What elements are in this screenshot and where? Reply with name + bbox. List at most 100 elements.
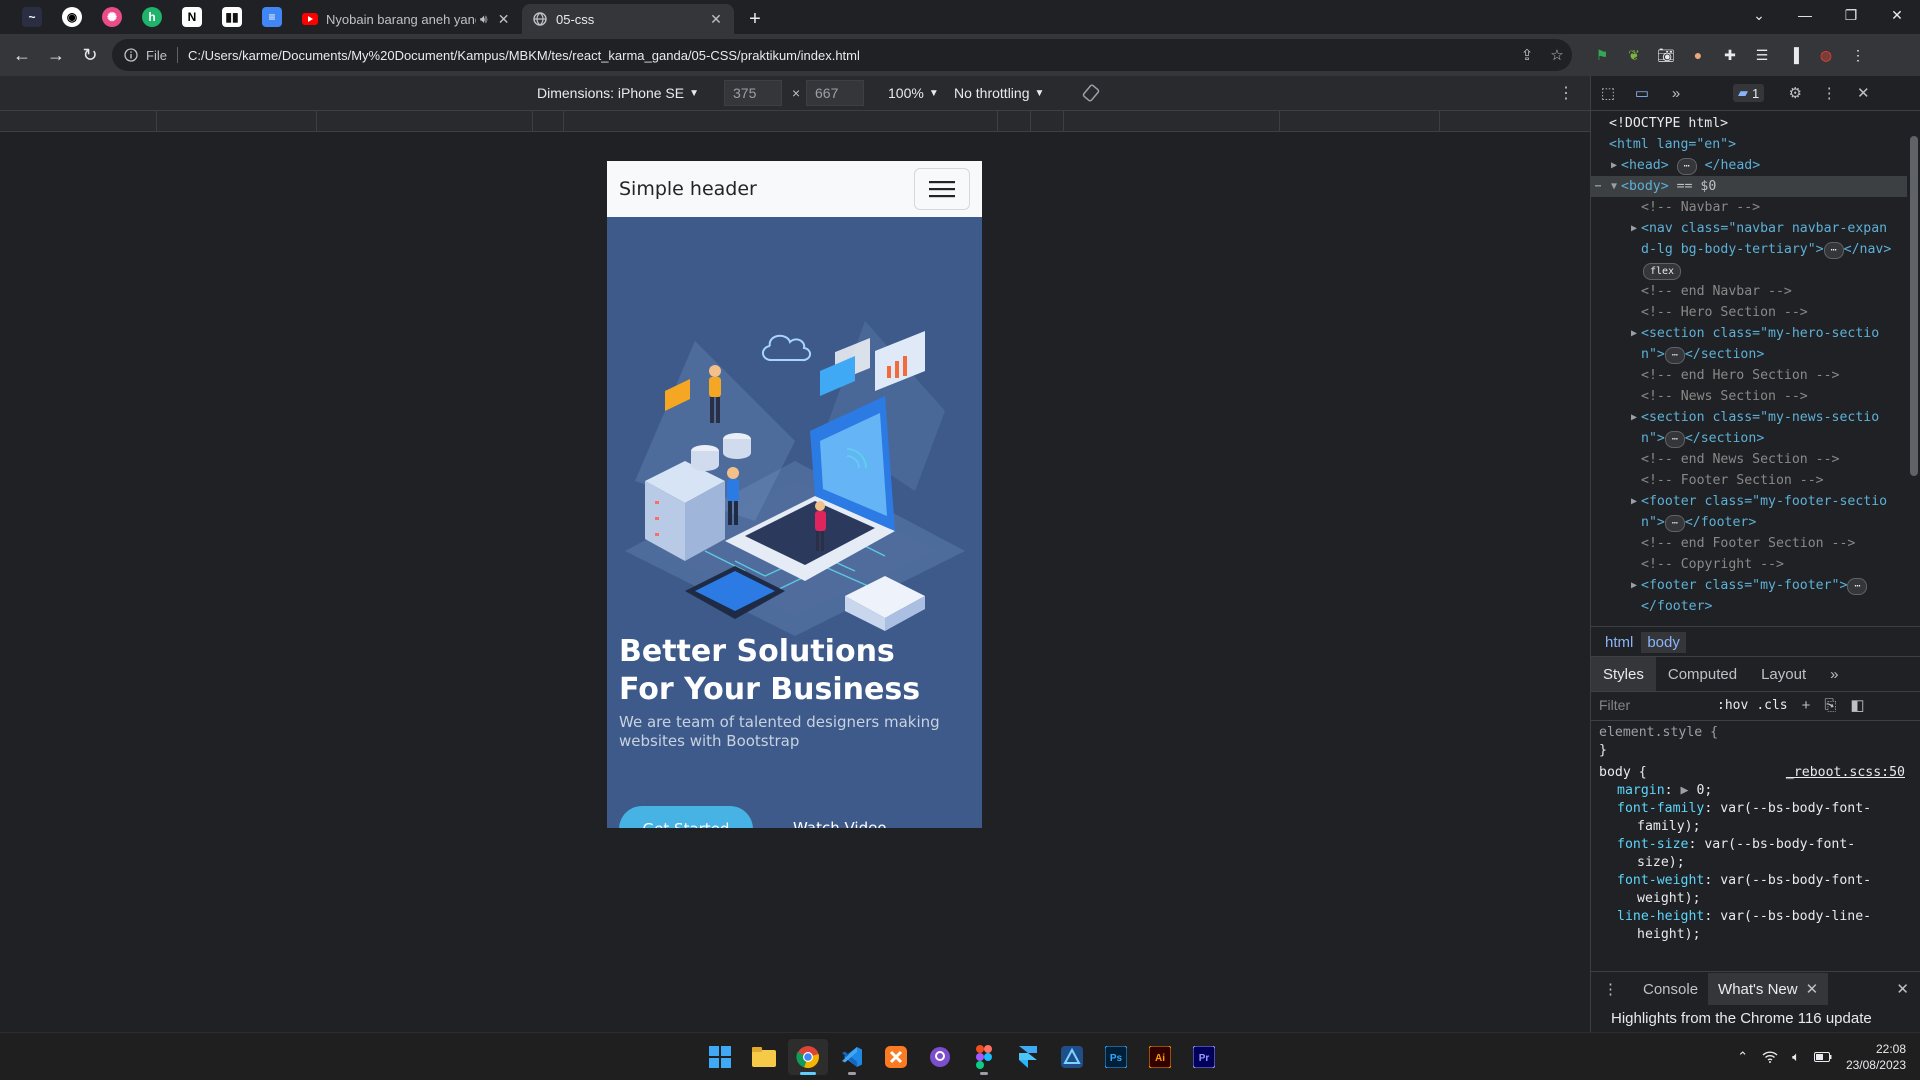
profile-icon[interactable]: ◍ (1810, 39, 1842, 71)
tab-console[interactable]: Console (1633, 981, 1708, 998)
chrome-icon[interactable] (788, 1039, 828, 1075)
throttling-select[interactable]: No throttling ▼ (954, 85, 1044, 101)
wifi-icon[interactable] (1762, 1050, 1778, 1063)
elements-scrollbar[interactable] (1908, 116, 1918, 626)
speaker-icon[interactable]: 🔊︎ (480, 12, 488, 27)
expand-triangle-icon[interactable]: ▶ (1631, 491, 1637, 512)
source-link[interactable]: _reboot.scss:50 (1786, 764, 1905, 782)
tab-whats-new[interactable]: What's New ✕ (1708, 973, 1829, 1005)
close-tab-icon[interactable]: ✕ (708, 11, 724, 28)
windows-start-icon[interactable] (700, 1039, 740, 1075)
reload-button[interactable]: ↻ (74, 39, 106, 71)
device-select[interactable]: Dimensions: iPhone SE ▼ (537, 85, 699, 101)
chevron-up-icon[interactable]: ⌃ (1737, 1049, 1748, 1065)
tree-line-comment[interactable]: <!-- Copyright --> (1591, 554, 1907, 575)
extension-green-icon[interactable]: ⚑ (1586, 39, 1618, 71)
camera-icon[interactable]: 📷︎ (1650, 39, 1682, 71)
tree-line-nav[interactable]: ▶ <nav class="navbar navbar-expan (1591, 218, 1907, 239)
more-tabs-icon[interactable]: » (1818, 657, 1850, 691)
collapse-triangle-icon[interactable]: ▼ (1611, 176, 1617, 197)
element-style-selector[interactable]: element.style { (1591, 724, 1907, 742)
pinned-tab-docs[interactable]: ≡ (252, 0, 292, 34)
premiere-pro-icon[interactable]: Pr (1184, 1039, 1224, 1075)
restore-button[interactable]: ❐ (1828, 0, 1874, 30)
device-toggle-icon[interactable]: ▭ (1625, 76, 1659, 110)
pinned-tab-github[interactable]: ◉ (52, 0, 92, 34)
watch-video-link[interactable]: Watch Video (793, 819, 887, 828)
tree-line-head[interactable]: ▶ <head> ⋯ </head> (1591, 155, 1907, 176)
ellipsis-pill[interactable]: ⋯ (1823, 242, 1844, 259)
tree-line-body[interactable]: ⋯ ▼ <body> == $0 (1591, 176, 1907, 197)
style-declaration[interactable]: line-height: var(--bs-body-line- (1591, 908, 1907, 926)
expand-triangle-icon[interactable]: ▶ (1631, 323, 1637, 344)
cls-toggle[interactable]: .cls (1756, 698, 1787, 713)
width-input[interactable]: 375 (724, 80, 782, 106)
file-explorer-icon[interactable] (744, 1039, 784, 1075)
get-started-button[interactable]: Get Started (619, 806, 753, 828)
tree-line-comment[interactable]: <!-- Footer Section --> (1591, 470, 1907, 491)
tree-line-html[interactable]: <html lang="en"> (1591, 134, 1907, 155)
illustrator-icon[interactable]: Ai (1140, 1039, 1180, 1075)
tab-search-icon[interactable]: ⌄ (1736, 0, 1782, 30)
tree-line-comment[interactable]: <!-- News Section --> (1591, 386, 1907, 407)
breadcrumb-html[interactable]: html (1599, 632, 1639, 653)
tab-styles[interactable]: Styles (1591, 657, 1656, 691)
new-tab-button[interactable]: + (740, 4, 770, 34)
rotate-icon[interactable] (1080, 82, 1102, 104)
extensions-puzzle-icon[interactable]: ✚ (1714, 39, 1746, 71)
issues-badge[interactable]: ▰ 1 (1733, 84, 1765, 102)
figma-icon[interactable] (964, 1039, 1004, 1075)
tree-line-comment[interactable]: <!-- end News Section --> (1591, 449, 1907, 470)
tree-line-news-section[interactable]: ▶ <section class="my-news-sectio (1591, 407, 1907, 428)
tab-youtube[interactable]: Nyobain barang aneh yang c 🔊︎ ✕ (292, 4, 522, 34)
drawer-menu-icon[interactable]: ⋮ (1603, 980, 1623, 998)
framer-icon[interactable] (1008, 1039, 1048, 1075)
ellipsis-pill[interactable]: ⋯ (1664, 515, 1685, 532)
reading-list-icon[interactable]: ☰ (1746, 39, 1778, 71)
sidebar-toggle-icon[interactable]: ◧ (1850, 696, 1864, 714)
pinned-tab-trello[interactable]: ▮▮ (212, 0, 252, 34)
menu-dots-icon[interactable]: ⋮ (1842, 39, 1874, 71)
close-window-button[interactable]: ✕ (1874, 0, 1920, 30)
body-selector[interactable]: body { (1599, 765, 1647, 780)
address-bar[interactable]: File C:/Users/karme/Documents/My%20Docum… (112, 39, 1572, 71)
share-icon[interactable]: ⇪ (1512, 46, 1542, 64)
zoom-select[interactable]: 100% ▼ (888, 85, 939, 101)
extension-avatar-icon[interactable]: ● (1682, 39, 1714, 71)
forward-button[interactable]: → (40, 39, 72, 71)
vectornator-icon[interactable] (1052, 1039, 1092, 1075)
close-drawer-icon[interactable]: ✕ (1896, 980, 1909, 998)
tab-layout[interactable]: Layout (1749, 657, 1818, 691)
pinned-tab-1[interactable]: ~ (12, 0, 52, 34)
navbar-brand[interactable]: Simple header (619, 178, 757, 200)
ellipsis-pill[interactable]: ⋯ (1847, 578, 1868, 595)
expand-triangle-icon[interactable]: ▶ (1631, 407, 1637, 428)
paint-icon[interactable]: ⎘ (1824, 697, 1836, 714)
photoshop-icon[interactable]: Ps (1096, 1039, 1136, 1075)
url-text[interactable]: C:/Users/karme/Documents/My%20Document/K… (188, 48, 1512, 63)
minimize-button[interactable]: — (1782, 0, 1828, 30)
row-menu-icon[interactable]: ⋯ (1595, 176, 1601, 197)
tree-line-comment[interactable]: <!-- Navbar --> (1591, 197, 1907, 218)
devtools-menu-icon[interactable]: ⋮ (1812, 76, 1846, 110)
flex-badge[interactable]: flex (1643, 263, 1682, 280)
close-tab-icon[interactable]: ✕ (496, 11, 512, 28)
expand-triangle-icon[interactable]: ▶ (1611, 155, 1617, 176)
style-declaration[interactable]: font-family: var(--bs-body-font- (1591, 800, 1907, 818)
more-tabs-icon[interactable]: » (1659, 76, 1693, 110)
pinned-tab-notion[interactable]: N (172, 0, 212, 34)
ellipsis-pill[interactable]: ⋯ (1664, 347, 1685, 364)
clock[interactable]: 22:08 23/08/2023 (1846, 1041, 1906, 1073)
tab-05-css[interactable]: 05-css ✕ (522, 4, 734, 34)
filter-input[interactable]: Filter (1599, 697, 1709, 713)
close-tab-icon[interactable]: ✕ (1806, 980, 1819, 998)
pinned-tab-green[interactable]: h (132, 0, 172, 34)
ellipsis-pill[interactable]: ⋯ (1664, 431, 1685, 448)
vscode-icon[interactable] (832, 1039, 872, 1075)
info-icon[interactable] (122, 46, 140, 64)
expand-triangle-icon[interactable]: ▶ (1681, 783, 1689, 798)
tree-line-comment[interactable]: <!-- end Footer Section --> (1591, 533, 1907, 554)
settings-gear-icon[interactable]: ⚙ (1778, 76, 1812, 110)
tab-computed[interactable]: Computed (1656, 657, 1749, 691)
add-rule-icon[interactable]: + (1802, 697, 1811, 714)
